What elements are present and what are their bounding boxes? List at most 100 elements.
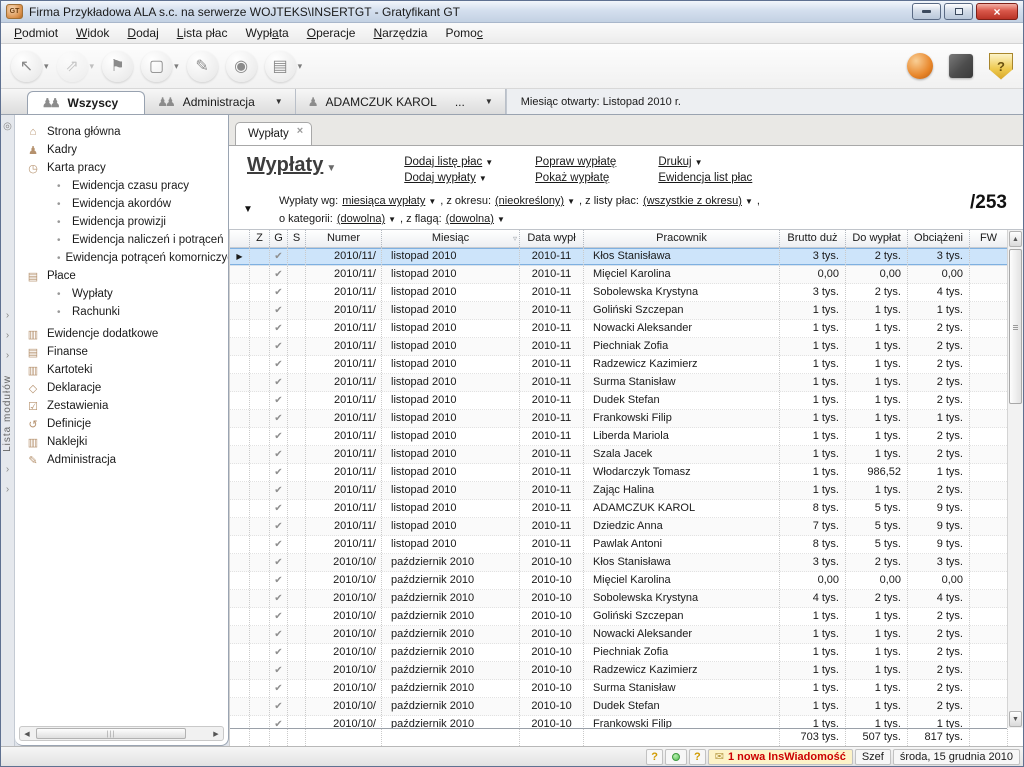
column-header[interactable]: Z [250, 230, 270, 247]
column-header[interactable] [230, 230, 250, 247]
table-row[interactable]: ✔2010/10/październik 20102010-10Surma St… [230, 680, 1007, 698]
sidebar-item[interactable]: ▤Płace [21, 267, 228, 285]
sidebar-item[interactable]: ↺Definicje [21, 415, 228, 433]
column-header[interactable]: Obciążeni [908, 230, 970, 247]
horizontal-scrollbar[interactable]: ◀ ||| ▶ [19, 726, 224, 741]
page-title[interactable]: Wypłaty [247, 154, 323, 176]
action-link[interactable]: Pokaż wypłatę [535, 172, 616, 184]
printer-button[interactable]: ▤▾ [265, 51, 303, 82]
filter-value[interactable]: (dowolna) [337, 213, 385, 225]
close-tab-icon[interactable]: × [297, 125, 303, 137]
filter-value[interactable]: (dowolna) [446, 213, 494, 225]
sidebar-item[interactable]: •Ewidencja prowizji [21, 213, 228, 231]
action-link[interactable]: Drukuj▼ [658, 156, 752, 168]
table-row[interactable]: ✔2010/10/październik 20102010-10Mięciel … [230, 572, 1007, 590]
help-indicator-icon[interactable]: ? [689, 749, 706, 765]
table-row[interactable]: ✔2010/11/listopad 20102010-11Piechniak Z… [230, 338, 1007, 356]
table-row[interactable]: ✔2010/10/październik 20102010-10Kłos Sta… [230, 554, 1007, 572]
scroll-up-icon[interactable]: ▲ [1009, 231, 1022, 247]
cube-icon[interactable] [949, 54, 973, 78]
sidebar-item[interactable]: •Rachunki [21, 303, 228, 321]
connection-status[interactable] [665, 749, 687, 765]
filter-collapse-button[interactable]: ▼ [243, 204, 253, 215]
minimize-button[interactable] [912, 3, 941, 20]
title-bar[interactable]: GT Firma Przykładowa ALA s.c. na serwerz… [1, 1, 1023, 23]
action-link[interactable]: Ewidencja list płac [658, 172, 752, 184]
tab-adamczuk-karol[interactable]: ♟ ADAMCZUK KAROL ... ▼ [296, 89, 506, 114]
action-link[interactable]: Popraw wypłatę [535, 156, 616, 168]
table-row[interactable]: ✔2010/11/listopad 20102010-11Szala Jacek… [230, 446, 1007, 464]
table-row[interactable]: ✔2010/11/listopad 20102010-11Dudek Stefa… [230, 392, 1007, 410]
dropdown-arrow-icon[interactable]: ▼ [388, 215, 396, 224]
help-indicator-icon[interactable]: ? [646, 749, 663, 765]
pin-icon[interactable]: ◎ [3, 121, 12, 132]
scroll-down-icon[interactable]: ▼ [1009, 711, 1022, 727]
flag-button[interactable]: ⚑ [102, 51, 133, 82]
action-link[interactable]: Dodaj wypłaty▼ [404, 172, 493, 184]
column-header[interactable]: FW [970, 230, 1008, 247]
chevron-down-icon[interactable]: ▼ [485, 97, 493, 106]
menu-item[interactable]: Narzędzia [364, 24, 436, 42]
stamp-button[interactable]: ◉ [226, 51, 257, 82]
column-header[interactable]: S [288, 230, 306, 247]
tab-wszyscy[interactable]: ♟♟ Wszyscy [27, 91, 145, 114]
column-header[interactable]: Pracownik [584, 230, 780, 247]
chevron-right-icon[interactable]: › [6, 484, 9, 495]
sidebar-item[interactable]: ▥Ewidencje dodatkowe [21, 325, 228, 343]
chevron-right-icon[interactable]: › [6, 330, 9, 341]
module-rail[interactable]: ◎ ››› Lista modułów ›› [1, 115, 15, 746]
menu-item[interactable]: Dodaj [118, 24, 167, 42]
dropdown-arrow-icon[interactable]: ▼ [745, 197, 753, 206]
shield-question-icon[interactable]: ? [989, 53, 1013, 80]
filter-value[interactable]: miesiąca wypłaty [342, 195, 425, 207]
chevron-right-icon[interactable]: › [6, 350, 9, 361]
dropdown-arrow-icon[interactable]: ▼ [479, 174, 487, 183]
vertical-scrollbar[interactable]: ▲ ▼ [1007, 230, 1023, 728]
column-header[interactable]: Miesiąc▿ [382, 230, 520, 247]
chevron-right-icon[interactable]: › [6, 464, 9, 475]
menu-item[interactable]: Widok [67, 24, 118, 42]
sidebar-item[interactable]: ▥Naklejki [21, 433, 228, 451]
current-user[interactable]: Szef [855, 749, 891, 765]
table-row[interactable]: ✔2010/11/listopad 20102010-11Mięciel Kar… [230, 266, 1007, 284]
table-row[interactable]: ✔2010/10/październik 20102010-10Piechnia… [230, 644, 1007, 662]
scroll-right-icon[interactable]: ▶ [209, 730, 223, 738]
table-row[interactable]: ✔2010/11/listopad 20102010-11Pawlak Anto… [230, 536, 1007, 554]
dropdown-arrow-icon[interactable]: ▾ [174, 61, 179, 72]
menu-item[interactable]: Lista płac [168, 24, 237, 42]
scrollbar-thumb[interactable]: ||| [36, 728, 186, 739]
dropdown-arrow-icon[interactable]: ▾ [298, 61, 303, 72]
sidebar-item[interactable]: ◷Karta pracy [21, 159, 228, 177]
table-row[interactable]: ▶✔2010/11/listopad 20102010-11Kłos Stani… [230, 248, 1007, 266]
globe-icon[interactable] [907, 53, 933, 79]
menu-item[interactable]: Wypłata [236, 24, 297, 42]
chevron-down-icon[interactable]: ▼ [275, 97, 283, 106]
sidebar-item[interactable]: ⌂Strona główna [21, 123, 228, 141]
dropdown-arrow-icon[interactable]: ▾ [90, 61, 95, 72]
table-row[interactable]: ✔2010/11/listopad 20102010-11Zając Halin… [230, 482, 1007, 500]
table-row[interactable]: ✔2010/11/listopad 20102010-11ADAMCZUK KA… [230, 500, 1007, 518]
restore-button[interactable] [944, 3, 973, 20]
table-row[interactable]: ✔2010/11/listopad 20102010-11Frankowski … [230, 410, 1007, 428]
table-row[interactable]: ✔2010/11/listopad 20102010-11Surma Stani… [230, 374, 1007, 392]
filter-value[interactable]: (wszystkie z okresu) [643, 195, 742, 207]
scroll-left-icon[interactable]: ◀ [20, 730, 34, 738]
dropdown-arrow-icon[interactable]: ▾ [44, 61, 49, 72]
table-row[interactable]: ✔2010/10/październik 20102010-10Radzewic… [230, 662, 1007, 680]
table-row[interactable]: ✔2010/11/listopad 20102010-11Sobolewska … [230, 284, 1007, 302]
table-row[interactable]: ✔2010/10/październik 20102010-10Nowacki … [230, 626, 1007, 644]
action-link[interactable]: Dodaj listę płac▼ [404, 156, 493, 168]
chevron-down-icon[interactable]: ▼ [326, 163, 336, 174]
close-button[interactable]: × [976, 3, 1018, 20]
sidebar-item[interactable]: ◇Deklaracje [21, 379, 228, 397]
sidebar-item[interactable]: •Ewidencja naliczeń i potrąceń [21, 231, 228, 249]
edit-button[interactable]: ✎ [187, 51, 218, 82]
sidebar-item[interactable]: ▤Finanse [21, 343, 228, 361]
messages-button[interactable]: ✉ 1 nowa InsWiadomość [708, 749, 853, 765]
column-header[interactable]: Do wypłat [846, 230, 908, 247]
sidebar-item[interactable]: ✎Administracja [21, 451, 228, 469]
sidebar-item[interactable]: •Wypłaty [21, 285, 228, 303]
dropdown-arrow-icon[interactable]: ▼ [695, 158, 703, 167]
menu-item[interactable]: Podmiot [5, 24, 67, 42]
table-row[interactable]: ✔2010/10/październik 20102010-10Dudek St… [230, 698, 1007, 716]
